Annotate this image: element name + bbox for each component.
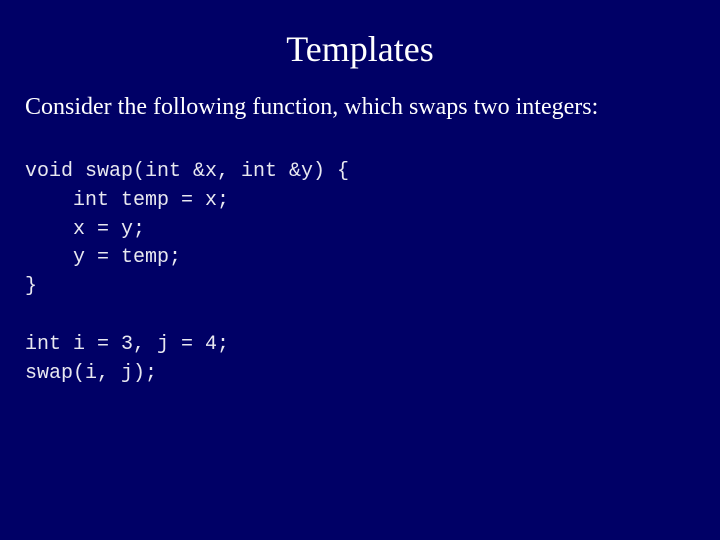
code-line: void swap(int &x, int &y) { bbox=[25, 160, 350, 183]
code-line: swap(i, j); bbox=[25, 361, 158, 385]
code-line: } bbox=[25, 275, 38, 299]
code-line: x = y; bbox=[25, 217, 146, 241]
code-block: void swap(int &x, int &y) { int temp = x… bbox=[25, 158, 349, 388]
code-line: y = temp; bbox=[25, 246, 182, 270]
code-line: int i = 3, j = 4; bbox=[25, 332, 230, 356]
intro-text: Consider the following function, which s… bbox=[25, 94, 599, 120]
slide-title: Templates bbox=[286, 29, 434, 69]
code-line: int temp = x; bbox=[25, 188, 230, 212]
